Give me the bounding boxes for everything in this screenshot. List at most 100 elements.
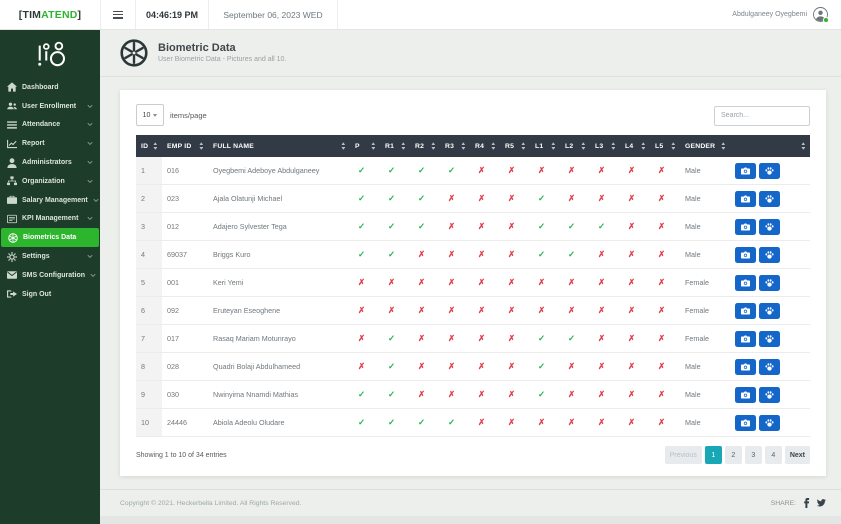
column-header-r5[interactable]: R5: [500, 135, 530, 157]
camera-button[interactable]: [735, 163, 756, 179]
check-icon: ✓: [385, 249, 395, 259]
cell-mark-l5: ✗: [650, 185, 680, 213]
check-icon: ✓: [355, 165, 365, 175]
camera-button[interactable]: [735, 331, 756, 347]
cross-icon: ✗: [625, 361, 635, 371]
cell-mark-r5: ✗: [500, 157, 530, 185]
cell-mark-r3: ✗: [440, 185, 470, 213]
sidebar-item-settings[interactable]: Settings: [0, 247, 100, 266]
column-header-l4[interactable]: L4: [620, 135, 650, 157]
camera-button[interactable]: [735, 415, 756, 431]
sort-icon: [371, 142, 376, 150]
paw-button[interactable]: [759, 163, 780, 179]
column-header-r3[interactable]: R3: [440, 135, 470, 157]
app-logo: [TIMATEND]: [0, 0, 101, 29]
cell-mark-l3: ✓: [590, 213, 620, 241]
cross-icon: ✗: [355, 305, 365, 315]
facebook-icon[interactable]: [801, 498, 811, 508]
column-header-p[interactable]: P: [350, 135, 380, 157]
paw-icon: [765, 219, 774, 234]
sidebar-item-attendance[interactable]: Attendance: [0, 116, 100, 135]
cell-mark-l5: ✗: [650, 297, 680, 325]
paw-button[interactable]: [759, 219, 780, 235]
sidebar-item-sms-configuration[interactable]: SMS Configuration: [0, 266, 100, 285]
camera-button[interactable]: [735, 275, 756, 291]
column-header-actions[interactable]: [730, 135, 810, 157]
cell-mark-r4: ✗: [470, 325, 500, 353]
cell-mark-p: ✓: [350, 381, 380, 409]
pagination-page-3[interactable]: 3: [745, 446, 762, 464]
column-header-gender[interactable]: GENDER: [680, 135, 730, 157]
column-header-id[interactable]: ID: [136, 135, 162, 157]
paw-button[interactable]: [759, 387, 780, 403]
pagination-page-1[interactable]: 1: [705, 446, 722, 464]
paw-button[interactable]: [759, 415, 780, 431]
cross-icon: ✗: [535, 165, 545, 175]
sidebar-item-biometrics-data[interactable]: Biometrics Data: [1, 228, 99, 247]
column-header-r1[interactable]: R1: [380, 135, 410, 157]
camera-button[interactable]: [735, 359, 756, 375]
sidebar-toggle-button[interactable]: [101, 0, 136, 29]
paw-button[interactable]: [759, 275, 780, 291]
camera-button[interactable]: [735, 191, 756, 207]
sidebar-item-salary-management[interactable]: Salary Management: [0, 191, 100, 210]
paw-button[interactable]: [759, 331, 780, 347]
table-controls: 10 items/page: [136, 104, 810, 126]
items-per-page-select[interactable]: 10: [136, 104, 164, 126]
cross-icon: ✗: [625, 249, 635, 259]
camera-button[interactable]: [735, 387, 756, 403]
cell-id: 1: [136, 157, 162, 185]
cell-id: 5: [136, 269, 162, 297]
sidebar-item-user-enrollment[interactable]: User Enrollment: [0, 97, 100, 116]
cell-mark-r5: ✗: [500, 241, 530, 269]
cross-icon: ✗: [565, 361, 575, 371]
column-header-emp-id[interactable]: EMP ID: [162, 135, 208, 157]
cross-icon: ✗: [505, 193, 515, 203]
column-header-r2[interactable]: R2: [410, 135, 440, 157]
sidebar-item-organization[interactable]: Organization: [0, 172, 100, 191]
cell-full-name: Quadri Bolaji Abdulhameed: [208, 353, 350, 381]
sidebar-item-dashboard[interactable]: Dashboard: [0, 78, 100, 97]
column-header-l1[interactable]: L1: [530, 135, 560, 157]
paw-button[interactable]: [759, 247, 780, 263]
cell-mark-r3: ✗: [440, 353, 470, 381]
cross-icon: ✗: [625, 333, 635, 343]
cross-icon: ✗: [355, 333, 365, 343]
cell-id: 4: [136, 241, 162, 269]
column-header-l2[interactable]: L2: [560, 135, 590, 157]
cell-mark-l2: ✗: [560, 381, 590, 409]
cell-mark-l1: ✓: [530, 241, 560, 269]
column-header-l5[interactable]: L5: [650, 135, 680, 157]
column-header-r4[interactable]: R4: [470, 135, 500, 157]
pagination-previous-button[interactable]: Previous: [665, 446, 702, 464]
user-profile-menu[interactable]: Abdulganeey Oyegbemi: [719, 0, 841, 29]
cell-id: 9: [136, 381, 162, 409]
sidebar-item-administrators[interactable]: Administrators: [0, 153, 100, 172]
cell-gender: Male: [680, 157, 730, 185]
pagination-next-button[interactable]: Next: [785, 446, 810, 464]
paw-button[interactable]: [759, 359, 780, 375]
paw-button[interactable]: [759, 303, 780, 319]
sidebar-item-report[interactable]: Report: [0, 134, 100, 153]
column-header-l3[interactable]: L3: [590, 135, 620, 157]
cross-icon: ✗: [625, 277, 635, 287]
twitter-icon[interactable]: [816, 498, 826, 508]
paw-button[interactable]: [759, 191, 780, 207]
pagination-page-2[interactable]: 2: [725, 446, 742, 464]
camera-button[interactable]: [735, 219, 756, 235]
camera-button[interactable]: [735, 247, 756, 263]
sort-icon: [199, 142, 204, 150]
sidebar-item-kpi-management[interactable]: KPI Management: [0, 210, 100, 229]
check-icon: ✓: [535, 333, 545, 343]
sort-icon: [611, 142, 616, 150]
cell-mark-r2: ✗: [410, 381, 440, 409]
camera-button[interactable]: [735, 303, 756, 319]
sidebar-item-sign-out[interactable]: Sign Out: [0, 285, 100, 304]
sort-icon: [491, 142, 496, 150]
page-subtitle: User Biometric Data - Pictures and all 1…: [158, 56, 286, 63]
column-header-full-name[interactable]: FULL NAME: [208, 135, 350, 157]
pagination-page-4[interactable]: 4: [765, 446, 782, 464]
cell-mark-l1: ✓: [530, 185, 560, 213]
search-input[interactable]: [714, 106, 810, 126]
check-icon: ✓: [565, 333, 575, 343]
